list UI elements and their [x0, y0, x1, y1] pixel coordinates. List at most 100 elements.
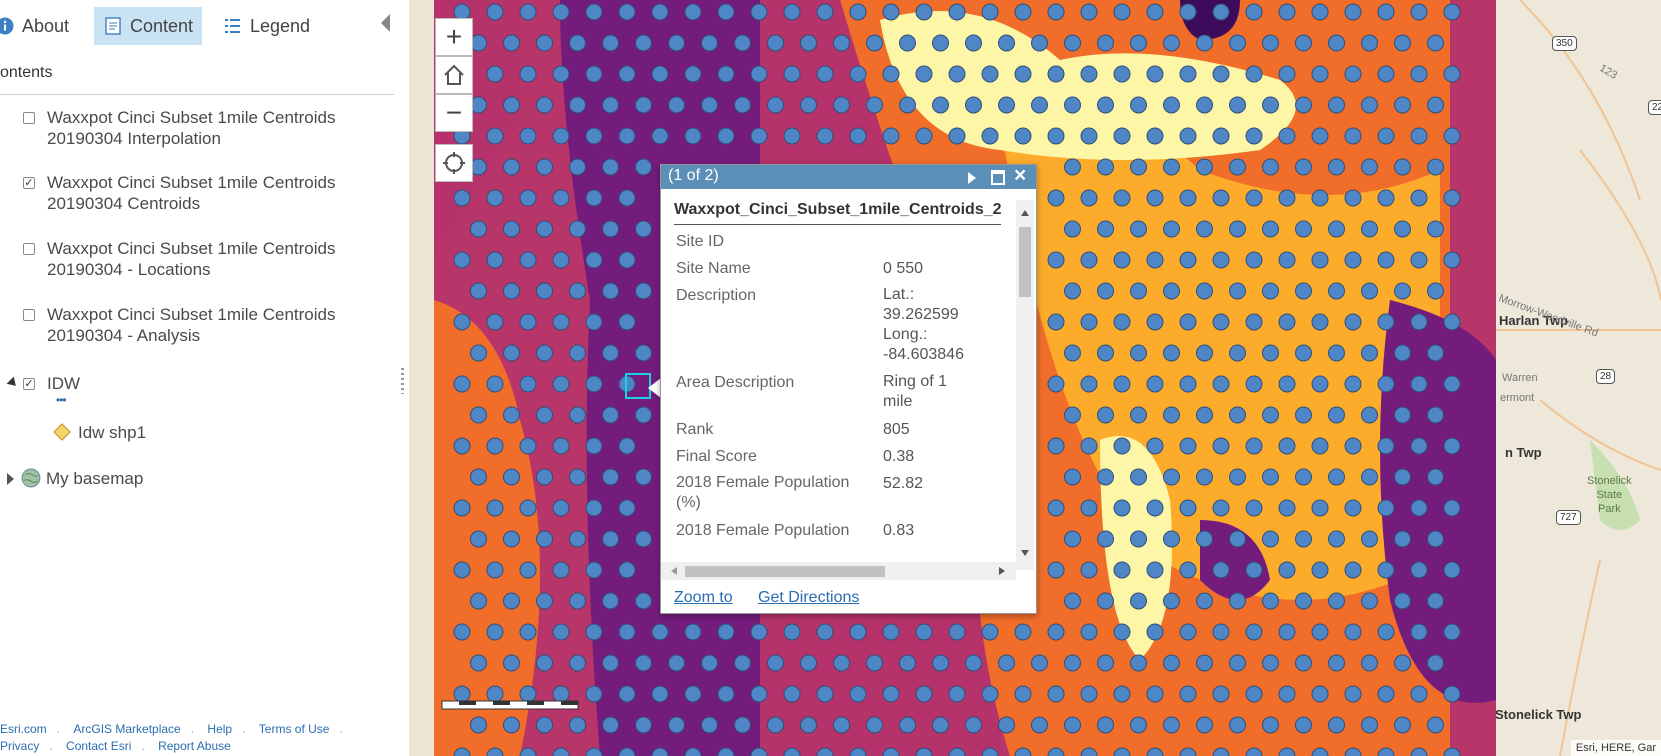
centroid-point[interactable]	[503, 344, 520, 362]
centroid-point[interactable]	[1064, 96, 1081, 114]
centroid-point[interactable]	[1328, 592, 1345, 610]
centroid-point[interactable]	[882, 685, 900, 703]
centroid-point[interactable]	[915, 127, 933, 145]
centroid-point[interactable]	[1113, 623, 1131, 641]
centroid-point[interactable]	[1146, 437, 1164, 455]
centroid-point[interactable]	[1377, 189, 1395, 207]
centroid-point[interactable]	[1212, 3, 1230, 21]
centroid-point[interactable]	[1377, 375, 1395, 393]
centroid-point[interactable]	[1410, 65, 1428, 83]
centroid-point[interactable]	[849, 3, 867, 21]
centroid-point[interactable]	[684, 623, 702, 641]
centroid-point[interactable]	[1064, 158, 1081, 176]
centroid-point[interactable]	[536, 716, 553, 734]
centroid-point[interactable]	[668, 96, 685, 114]
centroid-point[interactable]	[618, 561, 636, 579]
footer-link[interactable]: Contact Esri	[66, 739, 131, 753]
centroid-point[interactable]	[701, 34, 718, 52]
centroid-point[interactable]	[816, 3, 834, 21]
centroid-point[interactable]	[1229, 282, 1246, 300]
centroid-point[interactable]	[1014, 3, 1032, 21]
centroid-point[interactable]	[1097, 406, 1114, 424]
centroid-point[interactable]	[1410, 499, 1428, 517]
centroid-point[interactable]	[915, 3, 933, 21]
centroid-point[interactable]	[503, 96, 520, 114]
centroid-point[interactable]	[948, 623, 966, 641]
centroid-point[interactable]	[618, 437, 636, 455]
centroid-point[interactable]	[1328, 282, 1345, 300]
centroid-point[interactable]	[717, 685, 735, 703]
centroid-point[interactable]	[602, 592, 619, 610]
centroid-point[interactable]	[1229, 592, 1246, 610]
centroid-point[interactable]	[668, 716, 685, 734]
centroid-point[interactable]	[1443, 685, 1461, 703]
zoom-out-button[interactable]: −	[435, 94, 473, 132]
centroid-point[interactable]	[981, 623, 999, 641]
centroid-point[interactable]	[1064, 344, 1081, 362]
centroid-point[interactable]	[1361, 468, 1378, 486]
centroid-point[interactable]	[519, 65, 537, 83]
centroid-point[interactable]	[1278, 127, 1296, 145]
centroid-point[interactable]	[1245, 251, 1263, 269]
centroid-point[interactable]	[618, 499, 636, 517]
centroid-point[interactable]	[1130, 344, 1147, 362]
centroid-point[interactable]	[1262, 158, 1279, 176]
centroid-point[interactable]	[470, 592, 487, 610]
centroid-point[interactable]	[767, 716, 784, 734]
centroid-point[interactable]	[1146, 251, 1164, 269]
centroid-point[interactable]	[1278, 313, 1296, 331]
centroid-point[interactable]	[1410, 313, 1428, 331]
centroid-point[interactable]	[1278, 561, 1296, 579]
centroid-point[interactable]	[1146, 685, 1164, 703]
layer-visibility-checkbox[interactable]	[23, 112, 35, 124]
layer-label[interactable]: Waxxpot Cinci Subset 1mile Centroids 2019…	[47, 107, 367, 149]
centroid-point[interactable]	[585, 3, 603, 21]
centroid-point[interactable]	[750, 3, 768, 21]
centroid-point[interactable]	[1064, 34, 1081, 52]
centroid-point[interactable]	[849, 685, 867, 703]
centroid-point[interactable]	[668, 654, 685, 672]
centroid-point[interactable]	[602, 716, 619, 734]
centroid-point[interactable]	[668, 34, 685, 52]
centroid-point[interactable]	[833, 34, 850, 52]
centroid-point[interactable]	[569, 716, 586, 734]
centroid-point[interactable]	[503, 654, 520, 672]
centroid-point[interactable]	[602, 468, 619, 486]
centroid-point[interactable]	[585, 65, 603, 83]
centroid-point[interactable]	[1064, 654, 1081, 672]
centroid-point[interactable]	[1394, 96, 1411, 114]
footer-link[interactable]: Terms of Use	[259, 722, 330, 736]
centroid-point[interactable]	[1443, 375, 1461, 393]
centroid-point[interactable]	[519, 437, 537, 455]
centroid-point[interactable]	[618, 685, 636, 703]
centroid-point[interactable]	[1212, 189, 1230, 207]
centroid-point[interactable]	[1377, 499, 1395, 517]
centroid-point[interactable]	[1064, 468, 1081, 486]
centroid-point[interactable]	[486, 685, 504, 703]
centroid-point[interactable]	[536, 468, 553, 486]
centroid-point[interactable]	[1229, 654, 1246, 672]
centroid-point[interactable]	[1394, 220, 1411, 238]
centroid-point[interactable]	[1328, 34, 1345, 52]
centroid-point[interactable]	[1262, 220, 1279, 238]
centroid-point[interactable]	[486, 375, 504, 393]
centroid-point[interactable]	[1163, 220, 1180, 238]
centroid-point[interactable]	[899, 654, 916, 672]
centroid-point[interactable]	[470, 406, 487, 424]
centroid-point[interactable]	[1130, 716, 1147, 734]
centroid-point[interactable]	[618, 189, 636, 207]
centroid-point[interactable]	[519, 313, 537, 331]
centroid-point[interactable]	[1262, 592, 1279, 610]
centroid-point[interactable]	[1229, 158, 1246, 176]
centroid-point[interactable]	[1377, 685, 1395, 703]
centroid-point[interactable]	[453, 189, 471, 207]
layer-label[interactable]: Waxxpot Cinci Subset 1mile Centroids 2019…	[47, 304, 367, 346]
centroid-point[interactable]	[1278, 623, 1296, 641]
layer-label[interactable]: Waxxpot Cinci Subset 1mile Centroids 2019…	[47, 172, 367, 214]
centroid-point[interactable]	[1311, 623, 1329, 641]
centroid-point[interactable]	[915, 65, 933, 83]
centroid-point[interactable]	[734, 96, 751, 114]
centroid-point[interactable]	[552, 685, 570, 703]
centroid-point[interactable]	[767, 34, 784, 52]
centroid-point[interactable]	[1361, 282, 1378, 300]
